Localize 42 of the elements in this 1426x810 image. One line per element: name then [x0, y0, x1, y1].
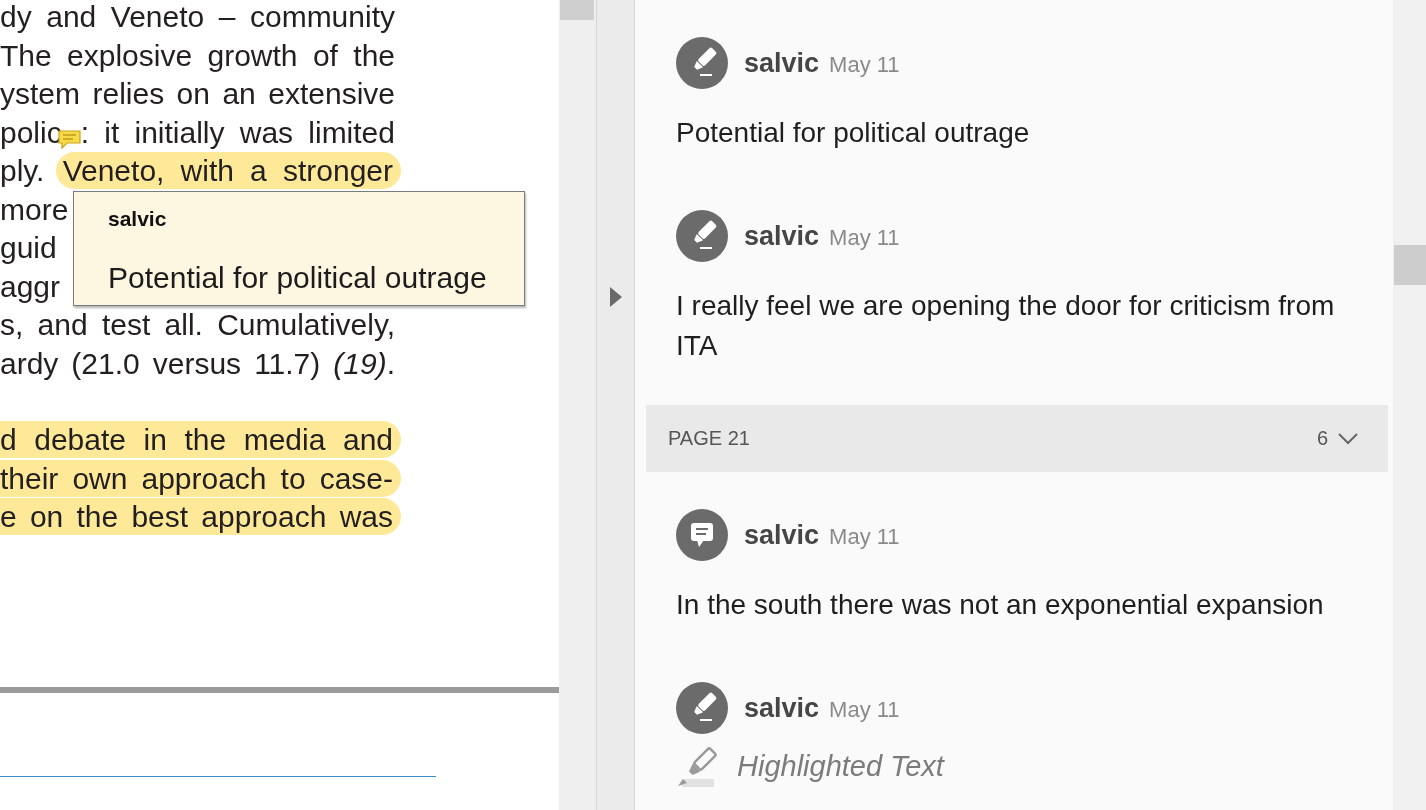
highlighted-excerpt: Highlighted Text [737, 749, 944, 783]
highlighted-text: e on the best approach was [0, 498, 401, 535]
chevron-down-icon [1338, 432, 1358, 445]
document-text: polic [0, 115, 62, 149]
comment-text: I really feel we are opening the door for criticism from ITA [676, 289, 1336, 363]
marker-pen-icon [676, 210, 728, 262]
comment-author: salvic [744, 519, 820, 551]
scrollbar-thumb[interactable] [560, 0, 594, 20]
comment-text: Potential for political outrage [676, 116, 1031, 150]
page-label: PAGE 21 [668, 427, 750, 450]
marker-pen-icon [676, 37, 728, 89]
highlighted-text: Veneto, with a stronger [55, 152, 401, 189]
collapse-panel-button[interactable] [596, 0, 635, 810]
comment-author: salvic [744, 220, 820, 252]
comment-date: May 11 [829, 696, 900, 723]
comment-count: 6 [1316, 427, 1328, 450]
page-group-header[interactable]: PAGE 21 6 [646, 405, 1388, 472]
document-text: more [0, 192, 69, 226]
highlighted-text: their own approach to case- [0, 459, 401, 497]
document-text: guid [0, 231, 57, 264]
highlighter-icon [676, 745, 720, 787]
comment-author: salvic [744, 692, 820, 724]
comment-author: salvic [744, 47, 820, 79]
document-text: : it initially was limited [80, 115, 395, 149]
marker-pen-icon [676, 682, 728, 734]
document-text: The explosive growth of the [0, 38, 395, 72]
comment-date: May 11 [829, 224, 900, 251]
scrollbar-thumb[interactable] [1394, 245, 1426, 285]
comment-date: May 11 [829, 523, 900, 550]
highlighted-text: d debate in the media and [0, 421, 401, 458]
comment-text: In the south there was not an exponential expansion [676, 588, 1325, 622]
document-text: ply. [0, 154, 45, 187]
tooltip-text: Potential for political outrage [108, 260, 488, 296]
tooltip-author: salvic [108, 207, 168, 231]
document-text: ystem relies on an extensive [0, 77, 395, 110]
document-text: ardy (21.0 versus 11.7) (19). [0, 346, 395, 380]
comment-date: May 11 [829, 51, 900, 78]
triangle-right-icon [609, 287, 622, 307]
document-text: aggr [0, 269, 61, 303]
speech-bubble-icon [676, 509, 728, 561]
document-text: dy and Veneto – community [0, 0, 395, 33]
document-text: s, and test all. Cumulatively, [0, 308, 395, 341]
